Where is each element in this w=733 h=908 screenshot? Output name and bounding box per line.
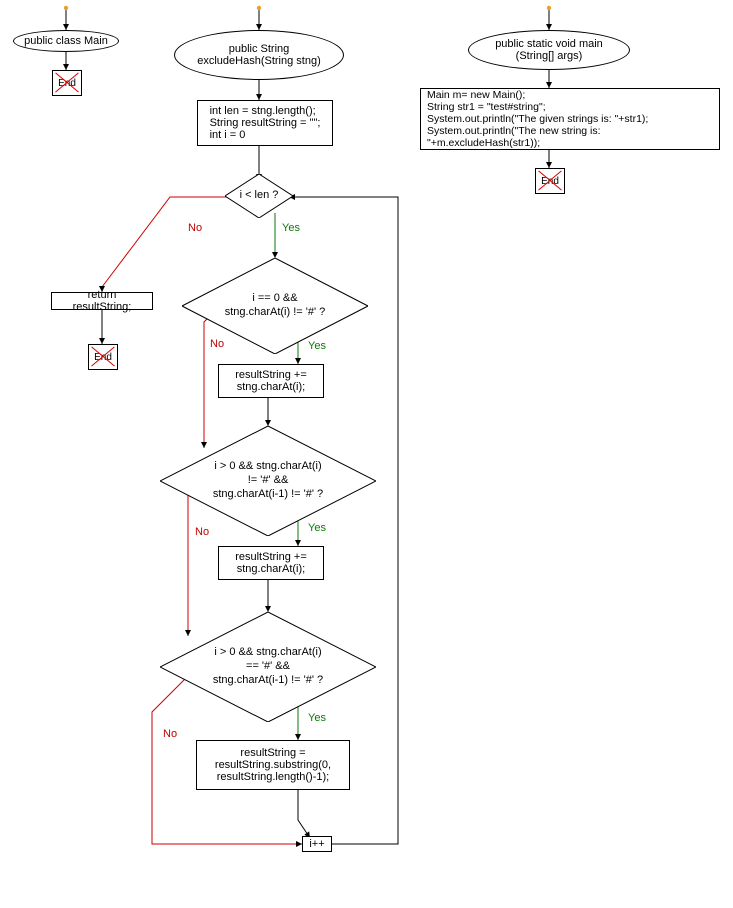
cond2-text: i > 0 && stng.charAt(i) != '#' && stng.c…	[213, 460, 323, 501]
main-body-text: Main m= new Main(); String str1 = "test#…	[427, 89, 713, 149]
cond3-text: i > 0 && stng.charAt(i) == '#' && stng.c…	[213, 646, 323, 687]
return-statement-text: return resultString;	[58, 289, 146, 313]
stmt2-text: resultString += stng.charAt(i);	[235, 551, 307, 575]
cond2-diamond: i > 0 && stng.charAt(i) != '#' && stng.c…	[160, 426, 376, 536]
method-excludeHash-text: public String excludeHash(String stng)	[197, 43, 321, 67]
method-main-text: public static void main (String[] args)	[495, 38, 603, 62]
cond1-text: i == 0 && stng.charAt(i) != '#' ?	[225, 292, 326, 320]
main-body-node: Main m= new Main(); String str1 = "test#…	[420, 88, 720, 150]
end-label: End	[541, 176, 559, 187]
loop-condition-diamond: i < len ?	[225, 174, 293, 218]
end-node-flow1: End	[52, 70, 82, 96]
method-excludeHash-node: public String excludeHash(String stng)	[174, 30, 344, 80]
init-statements-text: int len = stng.length(); String resultSt…	[210, 105, 321, 141]
return-statement-node: return resultString;	[51, 292, 153, 310]
class-declaration-node: public class Main	[13, 30, 119, 52]
loop-yes-label: Yes	[282, 222, 300, 234]
loop-no-label: No	[188, 222, 202, 234]
end-label: End	[58, 78, 76, 89]
cond3-no-label: No	[163, 728, 177, 740]
init-statements-node: int len = stng.length(); String resultSt…	[197, 100, 333, 146]
class-declaration-text: public class Main	[24, 35, 108, 47]
stmt3-node: resultString = resultString.substring(0,…	[196, 740, 350, 790]
loop-condition-text: i < len ?	[240, 189, 279, 203]
cond1-yes-label: Yes	[308, 340, 326, 352]
stmt1-node: resultString += stng.charAt(i);	[218, 364, 324, 398]
cond2-yes-label: Yes	[308, 522, 326, 534]
end-node-flow2: End	[88, 344, 118, 370]
stmt3-text: resultString = resultString.substring(0,…	[215, 747, 331, 783]
cond1-no-label: No	[210, 338, 224, 350]
method-main-node: public static void main (String[] args)	[468, 30, 630, 70]
cond3-diamond: i > 0 && stng.charAt(i) == '#' && stng.c…	[160, 612, 376, 722]
stmt1-text: resultString += stng.charAt(i);	[235, 369, 307, 393]
increment-node: i++	[302, 836, 332, 852]
cond3-yes-label: Yes	[308, 712, 326, 724]
stmt2-node: resultString += stng.charAt(i);	[218, 546, 324, 580]
end-node-flow3: End	[535, 168, 565, 194]
increment-text: i++	[309, 838, 324, 850]
cond2-no-label: No	[195, 526, 209, 538]
end-label: End	[94, 352, 112, 363]
